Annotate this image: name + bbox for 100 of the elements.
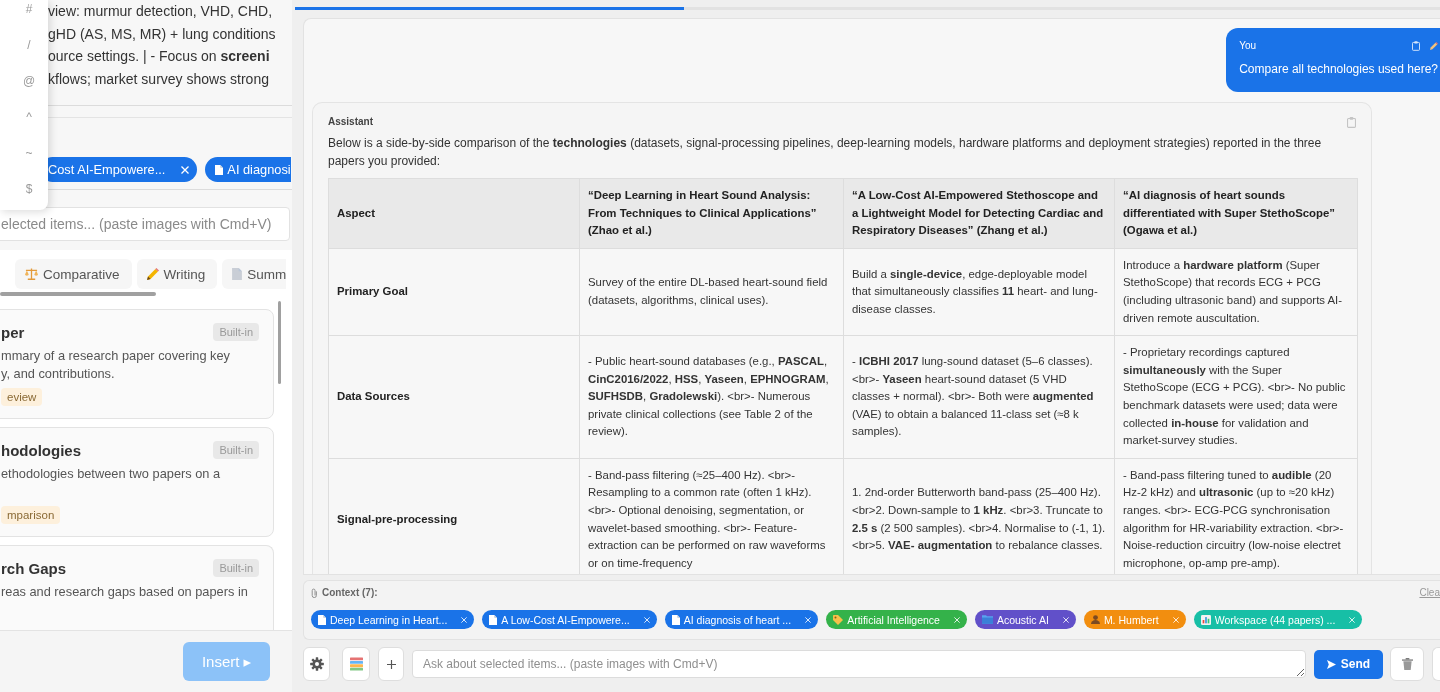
- category-tag: eview: [1, 388, 43, 406]
- template-description: mmary of a research paper covering key: [1, 347, 232, 365]
- library-button[interactable]: [342, 647, 370, 681]
- template-tab[interactable]: Writing: [136, 259, 218, 289]
- chip-label: A Low-Cost AI-Empowere...: [501, 613, 630, 626]
- built-in-badge: Built-in: [213, 323, 259, 341]
- chip-label: AI diagnosi: [227, 162, 291, 177]
- table-cell: Survey of the entire DL-based heart-sound field (datasets, algorithms, clinical uses).: [579, 248, 844, 336]
- clipboard-icon[interactable]: [1412, 41, 1420, 51]
- shortcut-item[interactable]: #: [20, 0, 38, 18]
- shortcut-item[interactable]: $: [20, 180, 38, 198]
- table-cell: - Band-pass filtering (≈25–400 Hz). <br>- Resampling to a common rate (often 1 kHz). <br>- Optional denoising, segmentation, or wavelet-based smoothing. <br>- Feature-extraction can be performed on raw waveforms or on time-frequency: [579, 458, 844, 574]
- shortcut-item[interactable]: @: [20, 72, 38, 90]
- close-icon[interactable]: [643, 616, 650, 623]
- context-chip[interactable]: Workspace (44 papers) ...: [1193, 610, 1363, 629]
- context-title: Context (7):: [322, 587, 378, 599]
- context-chip[interactable]: AI diagnosis of heart ...: [664, 610, 819, 629]
- close-icon[interactable]: [181, 165, 190, 174]
- table-cell: 1. 2nd-order Butterworth band-pass (25–400 Hz). <br>2. Down-sample to 1 kHz. <br>3. Truncate to 2.5 s (2 500 samples). <br>4. Normalise to (-1, 1). <br>5. VAE- augmentation to rebalance classes.: [843, 458, 1115, 574]
- template-description: ethodologies between two papers on a: [1, 465, 222, 483]
- template-card[interactable]: per Built-in mmary of a research paper covering key y, and contributions. eview: [0, 309, 274, 419]
- books-icon: [349, 657, 363, 671]
- chip-label: Artificial Intelligence: [847, 613, 940, 626]
- template-description: y, and contributions.: [1, 365, 116, 383]
- folder-icon: [981, 615, 993, 624]
- context-chip[interactable]: Acoustic AI: [974, 610, 1076, 629]
- document-icon: [318, 614, 326, 625]
- template-title: rch Gaps: [1, 559, 67, 577]
- built-in-badge: Built-in: [213, 441, 259, 459]
- template-card[interactable]: rch Gaps Built-in reas and research gaps based on papers in: [0, 545, 274, 630]
- template-tab[interactable]: Summ: [222, 259, 287, 289]
- scales-icon: [25, 268, 38, 280]
- close-icon[interactable]: [805, 616, 812, 623]
- scrollbar-thumb[interactable]: [278, 301, 281, 384]
- trash-icon: [1401, 658, 1413, 670]
- template-title: per: [1, 323, 25, 341]
- context-chip[interactable]: A Low-Cost AI-Empowere...: [482, 610, 657, 629]
- document-icon: [232, 268, 243, 280]
- chip-label: AI diagnosis of heart ...: [683, 613, 792, 626]
- clipboard-icon[interactable]: [1347, 116, 1356, 128]
- preview-text: view: murmur detection, VHD, CHD,: [48, 2, 274, 21]
- chat-input[interactable]: elected items... (paste images with Cmd+V): [0, 207, 290, 241]
- preview-text: kflows; market survey shows strong: [48, 70, 270, 90]
- chip-label: Acoustic AI: [996, 613, 1049, 626]
- table-cell: - Proprietary recordings captured simultaneously with the Super StethoScope (ECG + PCG). <br>- No public benchmark datasets were used; data were collected in-house for validation and market-survey studies.: [1114, 335, 1358, 459]
- context-chip[interactable]: Artificial Intelligence: [826, 610, 967, 629]
- settings-button[interactable]: [303, 647, 330, 681]
- clear-link[interactable]: Clea: [1419, 587, 1440, 599]
- template-tab[interactable]: Comparative: [15, 259, 132, 289]
- settings-icon: [309, 657, 324, 671]
- tag-icon: [833, 614, 844, 625]
- person-icon: [1090, 615, 1100, 624]
- built-in-badge: Built-in: [213, 559, 259, 577]
- row-header: Primary Goal: [328, 248, 580, 336]
- document-icon: [489, 614, 498, 625]
- template-title: hodologies: [1, 441, 81, 459]
- shortcut-item[interactable]: ^: [20, 108, 38, 126]
- document-icon: [215, 164, 224, 175]
- shortcut-item[interactable]: /: [20, 36, 38, 54]
- bar-chart-icon: [1200, 614, 1211, 625]
- close-icon[interactable]: [953, 616, 960, 623]
- table-cell: - Public heart-sound databases (e.g., PASCAL, CinC2016/2022, HSS, Yaseen, EPHNOGRAM, SUFHSDB, Gradolewski). <br>- Numerous private clinical collections (see Table 2 of the review).: [579, 335, 844, 459]
- send-button[interactable]: Send: [1314, 649, 1383, 679]
- preview-text: gHD (AS, MS, MR) + lung conditions: [48, 24, 277, 44]
- table-cell: - Band-pass filtering tuned to audible (20 Hz-2 kHz) and ultrasonic (up to ≈20 kHz) ranges. <br>- ECG-PCG synchronisation algorithm for HR-variability extraction. <br>- Noise-reduction circuitry (low-noise electret microphone, op-amp pre-amp).: [1114, 458, 1358, 574]
- message-input[interactable]: Ask about selected items... (paste images with Cmd+V): [412, 650, 1306, 678]
- pencil-icon[interactable]: [1430, 42, 1438, 50]
- chip-label: Deep Learning in Heart...: [330, 613, 448, 626]
- chip-label: M. Humbert: [1103, 613, 1159, 626]
- template-card[interactable]: hodologies Built-in ethodologies between two papers on a mparison: [0, 427, 274, 537]
- message-text: Below is a side-by-side comparison of the technologies (datasets, signal-processing pipelines, deep-learning models, hardware platforms and deployment strategies) reported in the three papers you provided:: [328, 135, 1323, 170]
- shortcut-item[interactable]: ~: [20, 144, 38, 162]
- table-cell: Build a single-device, edge-deployable model that simultaneously classifies 11 heart- and lung-disease classes.: [843, 248, 1115, 336]
- author-label: You: [1239, 39, 1258, 53]
- template-description: reas and research gaps based on papers in: [1, 583, 249, 601]
- column-header: Aspect: [328, 178, 580, 249]
- close-icon[interactable]: [1349, 616, 1356, 623]
- table-cell: - ICBHI 2017 lung-sound dataset (5–6 classes). <br>- Yaseen heart-sound dataset (5 VHD classes + normal). <br>- Both were augmented (VAE) to obtain a balanced 11-class set (≈8 k samples).: [843, 335, 1115, 459]
- close-icon[interactable]: [1172, 616, 1179, 623]
- close-icon[interactable]: [461, 616, 468, 623]
- paperclip-icon: [311, 588, 318, 598]
- column-header: “Deep Learning in Heart Sound Analysis: From Techniques to Clinical Applications” (Zhao et al.): [579, 178, 844, 249]
- context-chip[interactable]: Deep Learning in Heart...: [311, 610, 475, 629]
- close-icon[interactable]: [1062, 616, 1069, 623]
- context-chip[interactable]: AI diagnosi: [205, 157, 291, 182]
- context-chip[interactable]: M. Humbert: [1083, 610, 1186, 629]
- pencil-icon: [146, 268, 159, 280]
- category-tag: mparison: [1, 506, 61, 524]
- scrollbar-thumb[interactable]: [0, 292, 156, 296]
- message-text: Compare all technologies used here?: [1239, 61, 1438, 78]
- author-label: Assistant: [328, 116, 373, 128]
- table-cell: Introduce a hardware platform (Super StethoScope) that records ECG + PCG (including ultrasonic band) and supports AI-driven remote auscultation.: [1114, 248, 1358, 336]
- delete-button[interactable]: [1390, 647, 1424, 681]
- row-header: Signal-pre-processing: [328, 458, 580, 574]
- document-icon: [671, 614, 680, 625]
- row-header: Data Sources: [328, 335, 580, 459]
- send-icon: [1326, 659, 1336, 669]
- plus-icon: [386, 659, 396, 669]
- preview-text: ource settings. | - Focus on screeni: [48, 47, 271, 67]
- column-header: “AI diagnosis of heart sounds differentiated with Super StethoScope” (Ogawa et al.): [1114, 178, 1358, 249]
